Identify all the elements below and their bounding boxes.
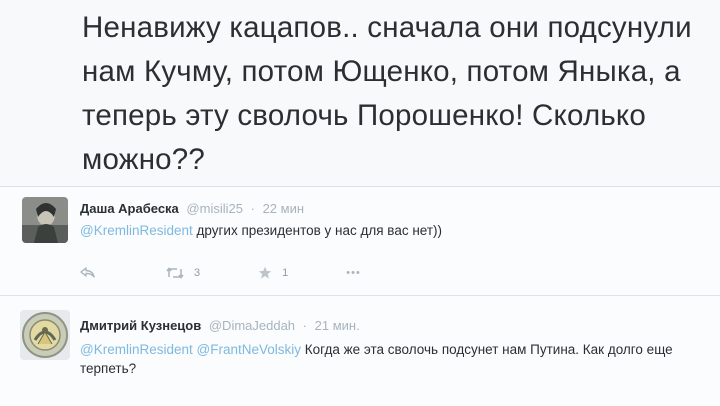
- username[interactable]: @misili25: [186, 201, 243, 216]
- tweet-actions: 3 1 •••: [80, 263, 405, 283]
- reply-header: Дмитрий Кузнецов @DimaJeddah · 21 мин.: [80, 318, 360, 333]
- reply-button[interactable]: [80, 267, 96, 279]
- mention-link[interactable]: @KremlinResident: [80, 342, 193, 357]
- separator-dot: ·: [302, 318, 308, 333]
- reply-body-text: других президентов у нас для вас нет)): [196, 223, 443, 238]
- reply-icon: [80, 267, 95, 278]
- reply-header: Даша Арабеска @misili25 · 22 мин: [80, 201, 304, 216]
- separator-dot: ·: [250, 201, 255, 216]
- mention-link[interactable]: @KremlinResident: [80, 223, 193, 238]
- username[interactable]: @DimaJeddah: [209, 318, 295, 333]
- more-icon: •••: [346, 267, 361, 279]
- avatar[interactable]: [22, 197, 68, 243]
- display-name[interactable]: Даша Арабеска: [80, 201, 179, 216]
- star-icon: [258, 266, 272, 279]
- favorite-button[interactable]: 1: [258, 266, 288, 280]
- main-tweet-text: Ненавижу кацапов.. сначала они подсунули…: [82, 11, 692, 176]
- reply-text: @KremlinResident @FrantNeVolskiy Когда ж…: [80, 340, 680, 378]
- tweet-thread: Ненавижу кацапов.. сначала они подсунули…: [0, 0, 720, 406]
- favorite-count: 1: [282, 267, 289, 279]
- retweet-count: 3: [194, 267, 201, 279]
- reply-tweet[interactable]: Даша Арабеска @misili25 · 22 мин @Kremli…: [0, 187, 720, 295]
- timestamp[interactable]: 22 мин: [263, 201, 304, 216]
- mention-link[interactable]: @FrantNeVolskiy: [197, 342, 302, 357]
- more-button[interactable]: •••: [346, 267, 361, 279]
- timestamp[interactable]: 21 мин.: [315, 318, 360, 333]
- retweet-icon: [166, 267, 184, 279]
- display-name[interactable]: Дмитрий Кузнецов: [80, 318, 201, 333]
- main-tweet: Ненавижу кацапов.. сначала они подсунули…: [0, 0, 720, 186]
- reply-text: @KremlinResident других президентов у на…: [80, 221, 690, 240]
- retweet-button[interactable]: 3: [166, 267, 200, 279]
- avatar[interactable]: [20, 310, 70, 360]
- reply-tweet[interactable]: Дмитрий Кузнецов @DimaJeddah · 21 мин. @…: [0, 296, 720, 406]
